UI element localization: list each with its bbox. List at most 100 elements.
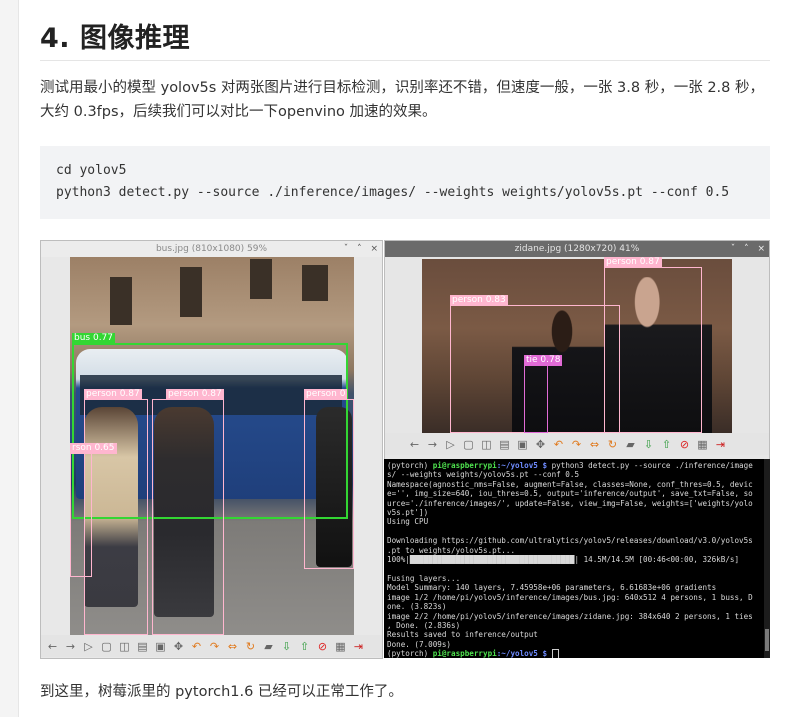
- preferences-icon[interactable]: ▦: [695, 437, 710, 452]
- rotate-left-icon[interactable]: ↶: [551, 437, 566, 452]
- zidane-photo: person 0.83 person 0.87 tie 0.78: [422, 257, 732, 433]
- terminal-line: urce='./inference/images/', update=False…: [387, 498, 753, 508]
- play-icon[interactable]: ▷: [443, 437, 458, 452]
- minimize-icon[interactable]: ˇ: [344, 244, 349, 254]
- rotate-left-icon[interactable]: ↶: [189, 639, 204, 654]
- code-block: cd yolov5 python3 detect.py --source ./i…: [40, 146, 770, 219]
- code-line: cd yolov5: [56, 163, 127, 178]
- save-icon[interactable]: ⇩: [641, 437, 656, 452]
- flip-icon[interactable]: ⇔: [225, 639, 240, 654]
- zoom-out-icon[interactable]: ◫: [479, 437, 494, 452]
- terminal-line: e='', img_size=640, iou_thres=0.5, outpu…: [387, 489, 753, 499]
- terminal-path: :~/yolov5 $: [496, 649, 552, 658]
- person-detection-label: person 0.83: [450, 295, 508, 306]
- building-window: [110, 277, 132, 325]
- bus-viewer-toolbar: ← → ▷ ▢ ◫ ▤ ▣ ✥ ↶ ↷ ⇔ ↻ ▰ ⇩ ⇧ ⊘ ▦ ⇥: [41, 635, 382, 657]
- zoom-in-icon[interactable]: ▢: [99, 639, 114, 654]
- save-icon[interactable]: ⇩: [279, 639, 294, 654]
- person-detection-box: [304, 399, 354, 569]
- terminal-line: image 2/2 /home/pi/yolov5/inference/imag…: [387, 611, 753, 621]
- forward-arrow-icon[interactable]: →: [425, 437, 440, 452]
- building-window: [180, 267, 202, 317]
- minimize-icon[interactable]: ˇ: [731, 244, 736, 254]
- bus-window-controls: ˇ ˄ ×: [338, 241, 378, 257]
- terminal-line: one. (3.823s): [387, 602, 447, 612]
- bus-photo: bus 0.77 person 0.87 person 0.87 person …: [70, 257, 354, 635]
- terminal-user: pi@raspberrypi: [432, 649, 497, 658]
- terminal-path: :~/yolov5 $: [496, 461, 552, 470]
- building-window: [302, 265, 328, 301]
- person-detection-box: [604, 267, 702, 433]
- zoom-in-icon[interactable]: ▢: [461, 437, 476, 452]
- person-detection-box: [84, 399, 148, 635]
- full-size-icon[interactable]: ▣: [515, 437, 530, 452]
- bus-window-title: bus.jpg (810x1080) 59%: [155, 244, 268, 254]
- terminal-window[interactable]: (pytorch) pi@raspberrypi:~/yolov5 $ pyth…: [384, 459, 770, 658]
- terminal-line: , Done. (2.836s): [387, 620, 461, 630]
- terminal-line: Results saved to inference/output: [387, 630, 538, 640]
- back-arrow-icon[interactable]: ←: [45, 639, 60, 654]
- save-as-icon[interactable]: ⇧: [659, 437, 674, 452]
- preferences-icon[interactable]: ▦: [333, 639, 348, 654]
- back-arrow-icon[interactable]: ←: [407, 437, 422, 452]
- quit-icon[interactable]: ⇥: [351, 639, 366, 654]
- forward-arrow-icon[interactable]: →: [63, 639, 78, 654]
- person-detection-label: person 0.87: [166, 389, 224, 400]
- rotate-right-icon[interactable]: ↷: [207, 639, 222, 654]
- bus-window-titlebar: bus.jpg (810x1080) 59% ˇ ˄ ×: [41, 241, 382, 257]
- terminal-scrollbar[interactable]: [764, 459, 770, 658]
- close-icon[interactable]: ×: [757, 244, 765, 254]
- terminal-line: Model Summary: 140 layers, 7.45958e+06 p…: [387, 583, 717, 593]
- person-detection-label: rson 0.65: [70, 443, 117, 454]
- terminal-scroll-thumb[interactable]: [765, 629, 769, 651]
- fit-icon[interactable]: ▤: [135, 639, 150, 654]
- bus-image-window: bus.jpg (810x1080) 59% ˇ ˄ × bus 0.77 pe…: [40, 240, 383, 659]
- terminal-line: v5s.pt']): [387, 508, 429, 518]
- terminal-prompt-line: (pytorch) pi@raspberrypi:~/yolov5 $ pyth…: [387, 461, 767, 470]
- close-icon[interactable]: ×: [370, 244, 378, 254]
- terminal-line: s/ --weights weights/yolov5s.pt --conf 0…: [387, 470, 580, 480]
- fullscreen-icon[interactable]: ✥: [533, 437, 548, 452]
- closing-paragraph: 到这里，树莓派里的 pytorch1.6 已经可以正常工作了。: [40, 684, 403, 700]
- zidane-window-titlebar: zidane.jpg (1280x720) 41% ˇ ˄ ×: [385, 241, 769, 257]
- maximize-icon[interactable]: ˄: [357, 244, 362, 254]
- terminal-command: python3 detect.py --source ./inference/i…: [551, 461, 753, 470]
- play-icon[interactable]: ▷: [81, 639, 96, 654]
- terminal-env: (pytorch): [387, 461, 433, 470]
- rotate-right-icon[interactable]: ↷: [569, 437, 584, 452]
- save-as-icon[interactable]: ⇧: [297, 639, 312, 654]
- terminal-final-prompt: (pytorch) pi@raspberrypi:~/yolov5 $: [387, 649, 767, 658]
- delete-icon[interactable]: ⊘: [315, 639, 330, 654]
- zidane-window-controls: ˇ ˄ ×: [725, 241, 765, 257]
- person-detection-box: [152, 399, 224, 635]
- zidane-viewer-toolbar: ← → ▷ ▢ ◫ ▤ ▣ ✥ ↶ ↷ ⇔ ↻ ▰ ⇩ ⇧ ⊘ ▦ ⇥: [385, 433, 769, 455]
- person-detection-box: [70, 453, 92, 577]
- terminal-line: Using CPU: [387, 517, 429, 527]
- fit-icon[interactable]: ▤: [497, 437, 512, 452]
- quit-icon[interactable]: ⇥: [713, 437, 728, 452]
- terminal-line: Fusing layers...: [387, 573, 461, 583]
- fullscreen-icon[interactable]: ✥: [171, 639, 186, 654]
- terminal-user: pi@raspberrypi: [432, 461, 497, 470]
- terminal-line: Namespace(agnostic_nms=False, augment=Fa…: [387, 479, 753, 489]
- terminal-line: Downloading https://github.com/ultralyti…: [387, 536, 753, 546]
- terminal-line: image 1/2 /home/pi/yolov5/inference/imag…: [387, 592, 753, 602]
- building-window: [250, 259, 272, 299]
- zidane-image-window: zidane.jpg (1280x720) 41% ˇ ˄ × person 0…: [384, 240, 770, 460]
- delete-icon[interactable]: ⊘: [677, 437, 692, 452]
- open-file-icon[interactable]: ▰: [623, 437, 638, 452]
- maximize-icon[interactable]: ˄: [744, 244, 749, 254]
- terminal-env: (pytorch): [387, 649, 433, 658]
- person-detection-label: person 0: [304, 389, 348, 400]
- terminal-cursor: [551, 649, 559, 658]
- zoom-out-icon[interactable]: ◫: [117, 639, 132, 654]
- open-file-icon[interactable]: ▰: [261, 639, 276, 654]
- tie-detection-label: tie 0.78: [524, 355, 563, 366]
- flip-icon[interactable]: ⇔: [587, 437, 602, 452]
- flip-vertical-icon[interactable]: ↻: [605, 437, 620, 452]
- full-size-icon[interactable]: ▣: [153, 639, 168, 654]
- terminal-progress-line: 100%|███████████████████████████████████…: [387, 555, 740, 565]
- flip-vertical-icon[interactable]: ↻: [243, 639, 258, 654]
